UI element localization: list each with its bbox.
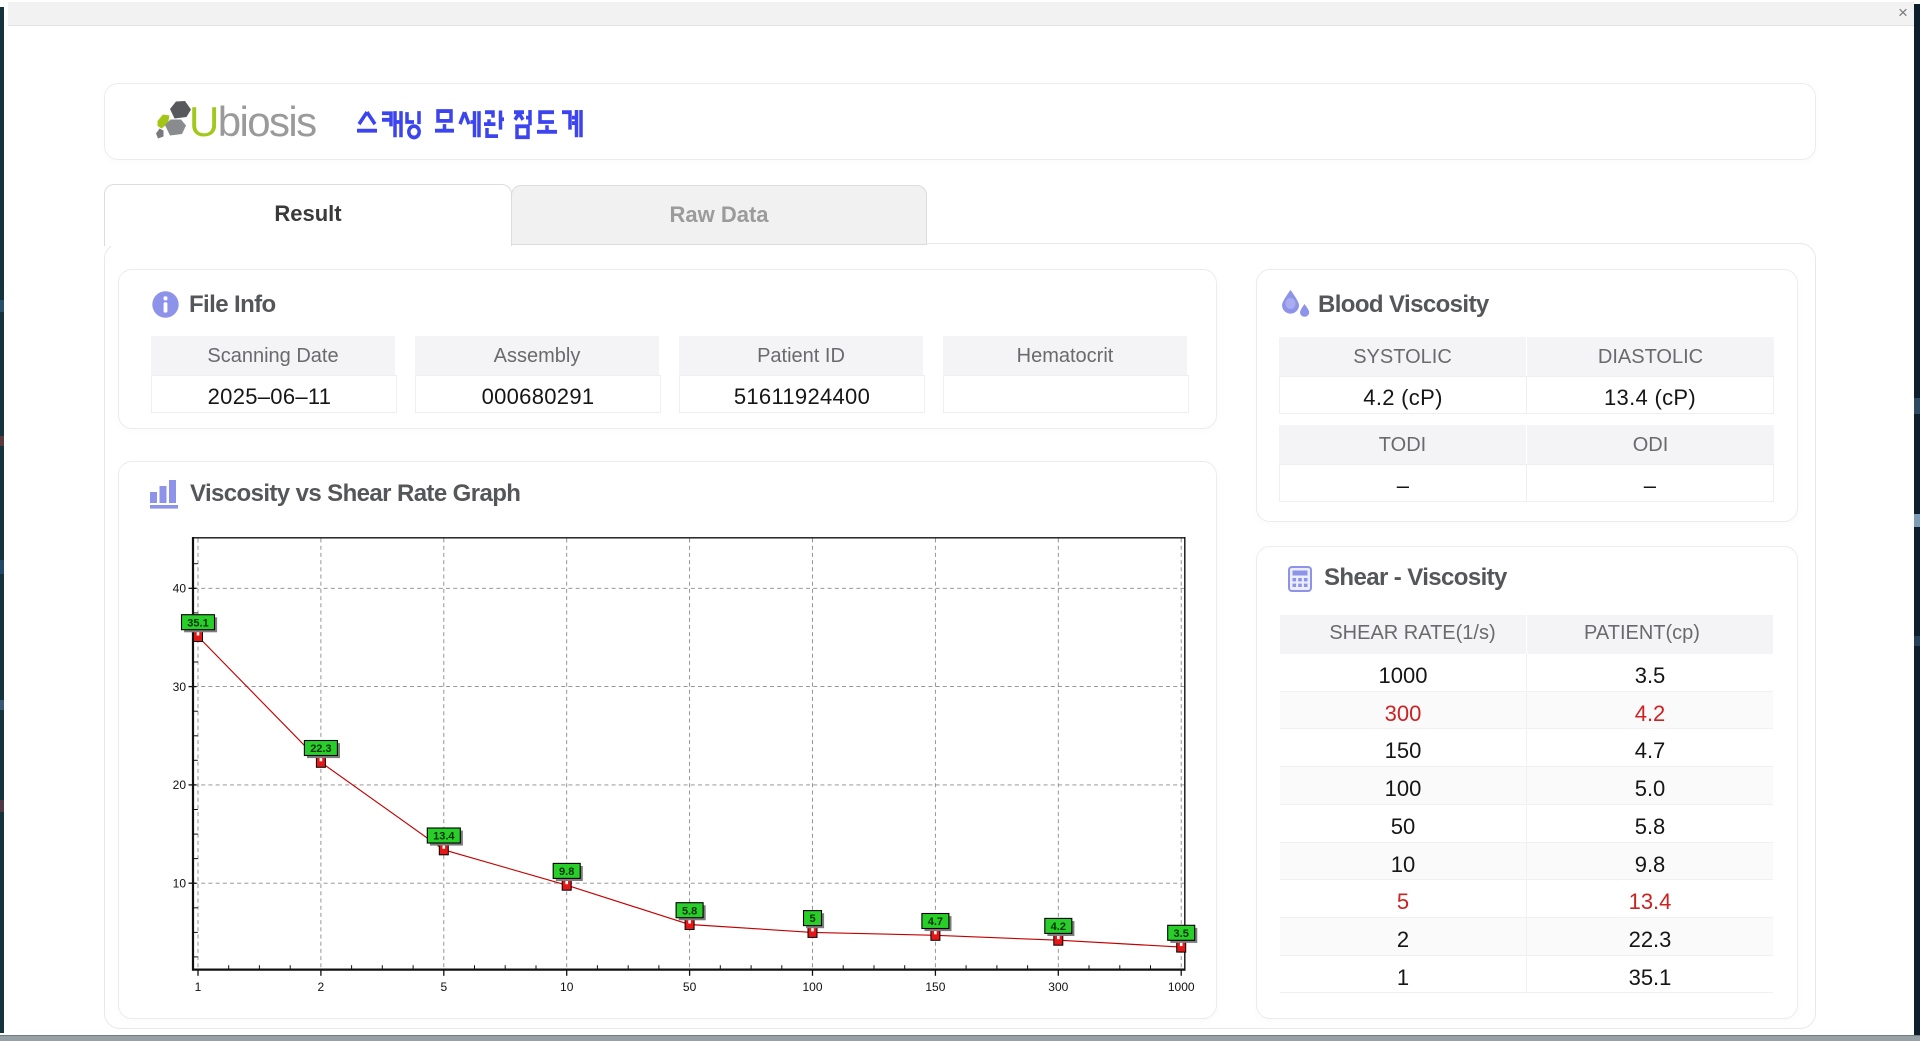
svg-text:3.5: 3.5 — [1174, 928, 1189, 940]
svg-text:5: 5 — [809, 913, 815, 925]
svg-text:2: 2 — [318, 980, 325, 994]
svg-text:9.8: 9.8 — [559, 866, 574, 878]
svg-text:35.1: 35.1 — [187, 617, 208, 629]
svg-text:4.2: 4.2 — [1051, 921, 1066, 933]
svg-text:13.4: 13.4 — [433, 831, 455, 843]
svg-text:5: 5 — [440, 980, 447, 994]
svg-text:1000: 1000 — [1168, 980, 1195, 994]
svg-text:20: 20 — [173, 778, 187, 792]
svg-text:150: 150 — [925, 980, 945, 994]
svg-text:50: 50 — [683, 980, 697, 994]
svg-text:100: 100 — [802, 980, 822, 994]
svg-text:10: 10 — [560, 980, 574, 994]
svg-text:22.3: 22.3 — [310, 743, 331, 755]
svg-text:30: 30 — [173, 680, 187, 694]
svg-text:300: 300 — [1048, 980, 1068, 994]
svg-text:5.8: 5.8 — [682, 905, 697, 917]
svg-text:10: 10 — [173, 876, 187, 890]
svg-text:4.7: 4.7 — [928, 916, 943, 928]
svg-text:1: 1 — [195, 980, 202, 994]
svg-text:40: 40 — [173, 582, 187, 596]
